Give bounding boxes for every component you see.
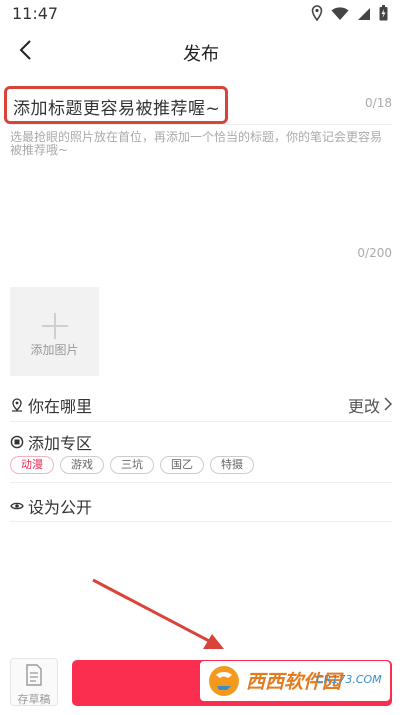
add-image-button[interactable]: 添加图片 xyxy=(10,287,99,376)
save-draft-button[interactable]: 存草稿 xyxy=(10,658,58,706)
plus-icon-vertical xyxy=(54,313,56,339)
watermark-domain: CR173.COM xyxy=(316,673,382,686)
location-row[interactable]: 你在哪里 更改 xyxy=(10,393,393,417)
page-title: 发布 xyxy=(183,44,219,65)
title-input[interactable]: 添加标题更容易被推荐喔~ xyxy=(13,94,220,119)
wifi-icon xyxy=(331,6,349,25)
tag-anime[interactable]: 动漫 xyxy=(10,456,54,474)
tag-games[interactable]: 游戏 xyxy=(60,456,104,474)
chevron-right-icon xyxy=(384,396,393,415)
change-location-button[interactable]: 更改 xyxy=(347,393,393,417)
add-image-label: 添加图片 xyxy=(30,343,79,357)
title-char-count: 0/18 xyxy=(365,96,392,110)
zone-label: 添加专区 xyxy=(28,434,93,453)
visibility-label: 设为公开 xyxy=(28,498,93,517)
location-label: 你在哪里 xyxy=(28,397,93,416)
body-input[interactable]: 选最抢眼的照片放在首位，再添加一个恰当的标题，你的笔记会更容易被推荐哦~ xyxy=(10,131,390,157)
eye-icon xyxy=(10,498,24,512)
watermark-logo-icon xyxy=(206,664,242,702)
zone-row: 添加专区 xyxy=(10,430,392,453)
title-input-highlight[interactable]: 添加标题更容易被推荐喔~ xyxy=(4,86,228,124)
zone-tags: 动漫 游戏 三坑 国乙 特摄 xyxy=(10,456,254,474)
location-icon xyxy=(10,397,24,412)
signal-icon xyxy=(357,6,371,25)
divider xyxy=(10,482,392,483)
zone-icon xyxy=(10,434,24,449)
status-time: 11:47 xyxy=(12,4,59,23)
divider xyxy=(10,521,392,522)
tag-tokusatsu[interactable]: 特摄 xyxy=(210,456,254,474)
divider xyxy=(10,421,392,422)
location-pin-icon xyxy=(311,5,323,25)
divider xyxy=(10,124,392,125)
watermark: 西西软件园 CR173.COM xyxy=(200,661,390,701)
body-char-count: 0/200 xyxy=(357,246,392,260)
change-label: 更改 xyxy=(347,397,380,416)
save-draft-label: 存草稿 xyxy=(17,693,51,706)
tag-sankeng[interactable]: 三坑 xyxy=(110,456,154,474)
tag-otome[interactable]: 国乙 xyxy=(160,456,204,474)
status-bar: 11:47 xyxy=(0,0,402,28)
visibility-row[interactable]: 设为公开 xyxy=(10,494,392,517)
nav-bar: 发布 xyxy=(0,30,402,74)
battery-icon xyxy=(379,5,388,25)
status-icons xyxy=(311,5,388,25)
document-icon xyxy=(26,664,42,690)
